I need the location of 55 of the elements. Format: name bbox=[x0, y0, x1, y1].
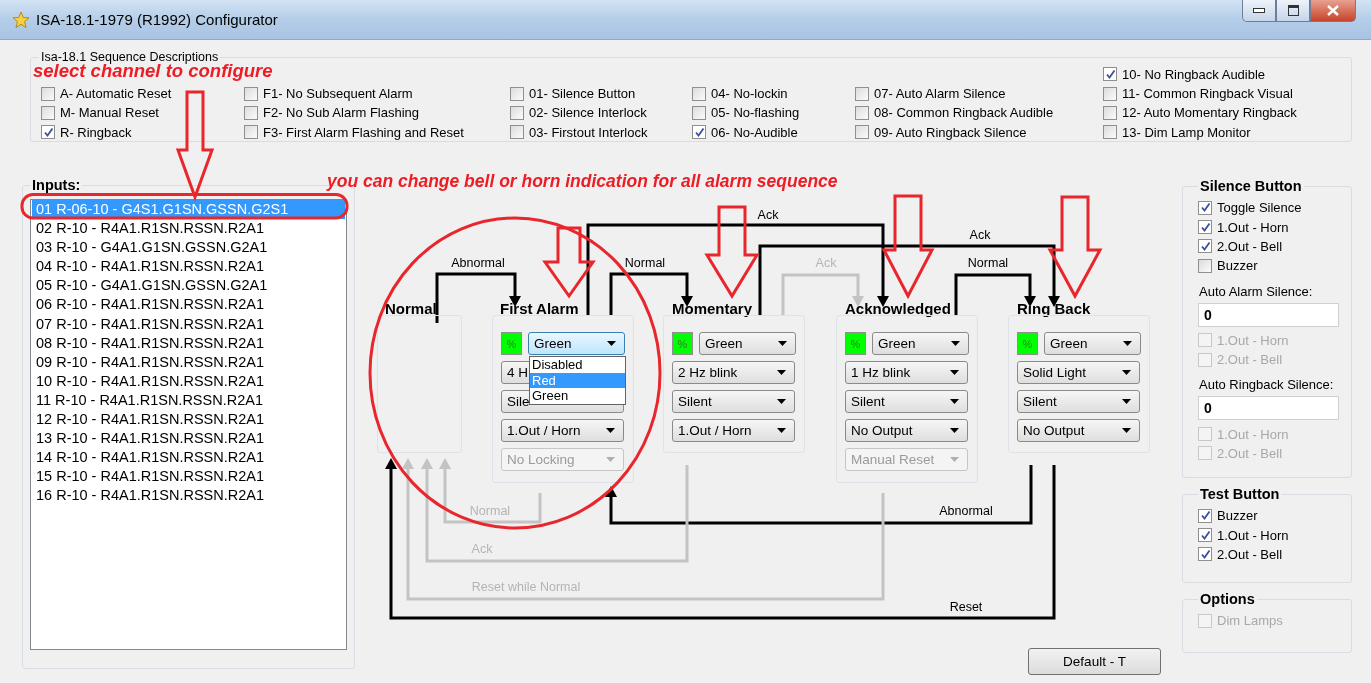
group-title: Silence Button bbox=[1199, 178, 1303, 194]
transition-label: Reset bbox=[949, 600, 983, 614]
checkbox-label: 08- Common Ringback Audible bbox=[874, 105, 1054, 121]
checkbox-label: 1.Out - Horn bbox=[1217, 527, 1289, 543]
state-title: First Alarm bbox=[500, 300, 579, 317]
checkbox-label: 10- No Ringback Audible bbox=[1122, 66, 1266, 82]
field-label: Auto Alarm Silence: bbox=[1199, 283, 1314, 299]
group-title: Test Button bbox=[1199, 486, 1281, 502]
state-title: Momentary bbox=[672, 300, 753, 317]
checkbox-label: 05- No-flashing bbox=[711, 105, 800, 121]
state-title: Normal bbox=[385, 300, 437, 317]
group-title: Inputs: bbox=[31, 177, 82, 193]
checkbox-label: 02- Silence Interlock bbox=[529, 105, 647, 121]
transition-label: Ack bbox=[969, 228, 991, 242]
window-title: ISA-18.1-1979 (R1992) Configurator bbox=[36, 11, 278, 28]
checkbox-label: 09- Auto Ringback Silence bbox=[874, 124, 1027, 140]
transition-label: Ack bbox=[815, 256, 837, 270]
transition-label: Ack bbox=[471, 542, 493, 556]
checkbox-label: 1.Out - Horn bbox=[1217, 426, 1289, 442]
checkbox-label: F1- No Subsequent Alarm bbox=[263, 86, 413, 101]
checkbox-label: R- Ringback bbox=[60, 124, 132, 140]
group-title: Options bbox=[1199, 591, 1256, 607]
state-title: Ring Back bbox=[1017, 300, 1091, 317]
checkbox-label: 1.Out - Horn bbox=[1217, 219, 1289, 235]
transition-label: Abnormal bbox=[939, 504, 993, 518]
checkbox-label: 2.Out - Bell bbox=[1217, 546, 1283, 562]
transition-label: Normal bbox=[967, 256, 1009, 270]
checkbox-label: 2.Out - Bell bbox=[1217, 352, 1283, 368]
annotation-text: you can change bell or horn indication for all alarm sequence bbox=[327, 171, 838, 192]
checkbox-label: 04- No-lockin bbox=[711, 86, 788, 101]
checkbox-label: 2.Out - Bell bbox=[1217, 238, 1283, 254]
checkbox-label: 13- Dim Lamp Monitor bbox=[1122, 124, 1251, 140]
transition-label: Abnormal bbox=[451, 256, 505, 270]
checkbox-label: Toggle Silence bbox=[1217, 200, 1302, 216]
checkbox-label: 01- Silence Button bbox=[529, 86, 636, 101]
transition-label: Normal bbox=[624, 256, 666, 270]
checkbox-label: Dim Lamps bbox=[1217, 613, 1283, 629]
transition-label: Normal bbox=[469, 504, 511, 518]
checkbox-label: 12- Auto Momentary Ringback bbox=[1122, 105, 1297, 121]
checkbox-label: Buzzer bbox=[1217, 508, 1258, 524]
transition-label: Reset while Normal bbox=[471, 580, 581, 594]
transition-label: Ack bbox=[757, 208, 779, 222]
checkbox-label: A- Automatic Reset bbox=[60, 86, 172, 101]
checkbox-label: 03- Firstout Interlock bbox=[529, 124, 648, 140]
checkbox-label: 1.Out - Horn bbox=[1217, 332, 1289, 348]
field-label: Auto Ringback Silence: bbox=[1199, 377, 1335, 393]
state-title: Acknowledged bbox=[845, 300, 951, 317]
checkbox-label: Buzzer bbox=[1217, 258, 1258, 274]
checkbox-label: 07- Auto Alarm Silence bbox=[874, 86, 1006, 101]
checkbox-label: M- Manual Reset bbox=[60, 105, 159, 121]
checkbox-label: 11- Common Ringback Visual bbox=[1122, 86, 1293, 101]
checkbox-label: 2.Out - Bell bbox=[1217, 445, 1283, 461]
checkbox-label: F2- No Sub Alarm Flashing bbox=[263, 105, 420, 121]
checkbox-label: 06- No-Audible bbox=[711, 124, 798, 140]
checkbox-label: F3- First Alarm Flashing and Reset bbox=[263, 124, 464, 140]
